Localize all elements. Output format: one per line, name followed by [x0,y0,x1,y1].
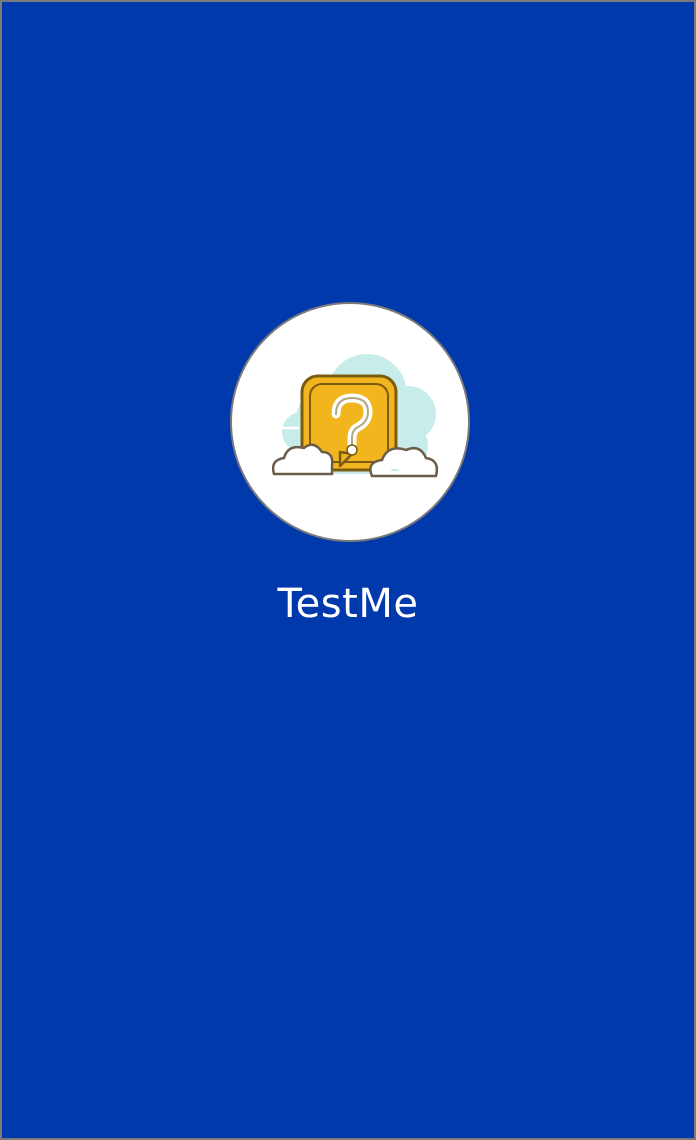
splash-screen: TestMe [0,0,696,1140]
app-logo [230,302,470,542]
app-name-label: TestMe [277,581,419,627]
question-mark-bubble-icon [268,354,439,478]
